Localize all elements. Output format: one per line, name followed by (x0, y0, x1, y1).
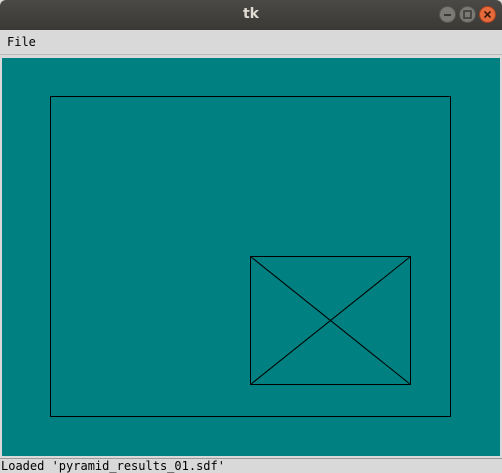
maximize-icon (463, 10, 472, 19)
close-icon (483, 10, 492, 19)
canvas-frame (0, 56, 502, 458)
drawing-canvas[interactable] (2, 58, 500, 456)
minimize-button[interactable] (439, 6, 456, 23)
maximize-button[interactable] (459, 6, 476, 23)
menu-file[interactable]: File (4, 34, 39, 50)
close-button[interactable] (479, 6, 496, 23)
canvas-drawing (50, 96, 451, 417)
status-text: Loaded 'pyramid_results_01.sdf' (1, 459, 225, 473)
status-bar: Loaded 'pyramid_results_01.sdf' (0, 458, 502, 473)
app-window: tk File Loaded 'pyramid_results_01.sdf' (0, 0, 502, 473)
minimize-icon (444, 14, 451, 16)
window-title: tk (242, 6, 259, 22)
menu-bar: File (0, 30, 502, 55)
title-bar[interactable]: tk (0, 0, 502, 30)
